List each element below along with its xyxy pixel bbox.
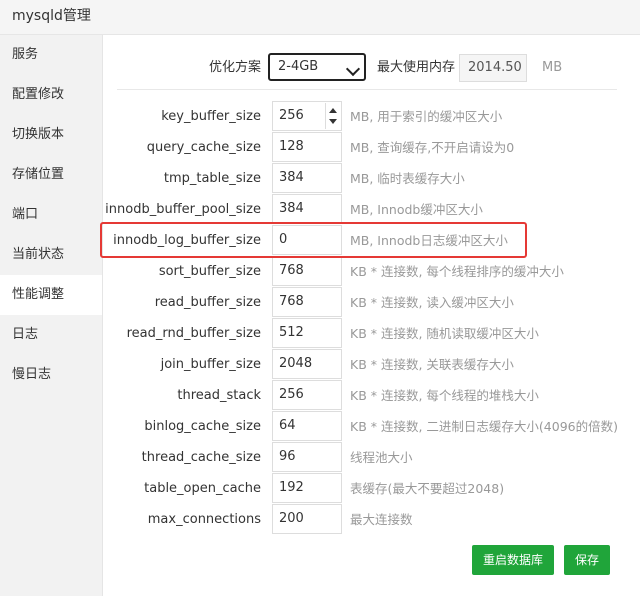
param-row-query-cache-size: query_cache_size 128 MB, 查询缓存,不开启请设为0 [103,132,640,163]
param-input[interactable]: 2048 [272,349,342,379]
param-label: read_buffer_size [154,295,261,310]
param-desc: KB * 连接数, 每个线程排序的缓冲大小 [350,264,564,279]
plan-label: 优化方案 [208,60,261,75]
param-label: table_open_cache [144,481,261,496]
param-label: read_rnd_buffer_size [126,326,261,341]
param-row-innodb-buffer-pool-size: innodb_buffer_pool_size 384 MB, Innodb缓冲… [103,194,640,225]
param-label: thread_stack [177,388,261,403]
param-desc: 线程池大小 [350,450,413,465]
sidebar-item-storage[interactable]: 存储位置 [0,155,102,195]
sidebar-item-switch-version[interactable]: 切换版本 [0,115,102,155]
param-input[interactable]: 256 [272,380,342,410]
window-titlebar: mysqld管理 [0,0,640,35]
sidebar-item-performance[interactable]: 性能调整 [0,275,102,315]
param-desc: KB * 连接数, 随机读取缓冲区大小 [350,326,539,341]
plan-select[interactable]: 2-4GB [268,53,366,81]
chevron-down-icon [345,61,361,77]
param-label: innodb_log_buffer_size [113,233,261,248]
param-input[interactable]: 200 [272,504,342,534]
param-row-join-buffer-size: join_buffer_size 2048 KB * 连接数, 关联表缓存大小 [103,349,640,380]
param-label: key_buffer_size [161,109,261,124]
param-desc: MB, 查询缓存,不开启请设为0 [350,140,515,155]
maxmem-label: 最大使用内存 [377,60,456,75]
param-input[interactable]: 64 [272,411,342,441]
param-row-read-buffer-size: read_buffer_size 768 KB * 连接数, 读入缓冲区大小 [103,287,640,318]
param-desc: KB * 连接数, 关联表缓存大小 [350,357,514,372]
maxmem-input[interactable]: 2014.50 [459,54,527,82]
param-label: thread_cache_size [141,450,261,465]
sidebar-item-service[interactable]: 服务 [0,35,102,75]
param-desc: KB * 连接数, 读入缓冲区大小 [350,295,514,310]
sidebar-item-status[interactable]: 当前状态 [0,235,102,275]
param-input[interactable]: 384 [272,194,342,224]
param-input[interactable]: 384 [272,163,342,193]
maxmem-unit: MB [542,60,563,75]
main-panel: 优化方案 2-4GB 最大使用内存 2014.50 MB key_buffer_… [100,35,640,596]
optimize-plan-row: 优化方案 2-4GB 最大使用内存 2014.50 MB [103,53,640,83]
sidebar-item-config[interactable]: 配置修改 [0,75,102,115]
param-value: 256 [279,108,304,123]
param-row-thread-cache-size: thread_cache_size 96 线程池大小 [103,442,640,473]
window-title: mysqld管理 [12,8,91,24]
param-input[interactable]: 768 [272,256,342,286]
param-label: query_cache_size [146,140,261,155]
param-row-key-buffer-size: key_buffer_size 256 MB, 用于索引的缓冲区大小 [103,101,640,132]
param-label: sort_buffer_size [158,264,261,279]
param-row-innodb-log-buffer-size: innodb_log_buffer_size 0 MB, Innodb日志缓冲区… [103,225,640,256]
param-input[interactable]: 128 [272,132,342,162]
param-desc: KB * 连接数, 二进制日志缓存大小(4096的倍数) [350,419,618,434]
param-input[interactable]: 0 [272,225,342,255]
param-input[interactable]: 768 [272,287,342,317]
param-label: binlog_cache_size [144,419,261,434]
sidebar: 服务 配置修改 切换版本 存储位置 端口 当前状态 性能调整 日志 慢日志 [0,35,103,596]
param-label: join_buffer_size [160,357,261,372]
param-desc: 表缓存(最大不要超过2048) [350,481,505,496]
param-label: max_connections [147,512,261,527]
sidebar-item-log[interactable]: 日志 [0,315,102,355]
param-input[interactable]: 96 [272,442,342,472]
param-label: innodb_buffer_pool_size [105,202,261,217]
restart-database-button[interactable]: 重启数据库 [472,545,554,575]
param-row-thread-stack: thread_stack 256 KB * 连接数, 每个线程的堆栈大小 [103,380,640,411]
param-input[interactable]: 192 [272,473,342,503]
param-input[interactable]: 512 [272,318,342,348]
param-row-table-open-cache: table_open_cache 192 表缓存(最大不要超过2048) [103,473,640,504]
spinner-down-icon[interactable] [329,119,337,124]
save-button[interactable]: 保存 [564,545,610,575]
param-row-sort-buffer-size: sort_buffer_size 768 KB * 连接数, 每个线程排序的缓冲… [103,256,640,287]
number-spinner[interactable] [325,103,340,129]
spinner-up-icon[interactable] [329,108,337,113]
param-desc: 最大连接数 [350,512,413,527]
param-row-tmp-table-size: tmp_table_size 384 MB, 临时表缓存大小 [103,163,640,194]
param-desc: MB, Innodb缓冲区大小 [350,202,483,217]
param-desc: KB * 连接数, 每个线程的堆栈大小 [350,388,539,403]
param-desc: MB, 用于索引的缓冲区大小 [350,109,503,124]
divider [117,89,617,90]
sidebar-item-port[interactable]: 端口 [0,195,102,235]
sidebar-item-slow-log[interactable]: 慢日志 [0,355,102,395]
plan-selected-value: 2-4GB [278,59,319,74]
param-row-binlog-cache-size: binlog_cache_size 64 KB * 连接数, 二进制日志缓存大小… [103,411,640,442]
param-desc: MB, Innodb日志缓冲区大小 [350,233,508,248]
param-row-max-connections: max_connections 200 最大连接数 [103,504,640,535]
param-row-read-rnd-buffer-size: read_rnd_buffer_size 512 KB * 连接数, 随机读取缓… [103,318,640,349]
param-desc: MB, 临时表缓存大小 [350,171,465,186]
param-label: tmp_table_size [163,171,261,186]
param-input[interactable]: 256 [272,101,342,131]
